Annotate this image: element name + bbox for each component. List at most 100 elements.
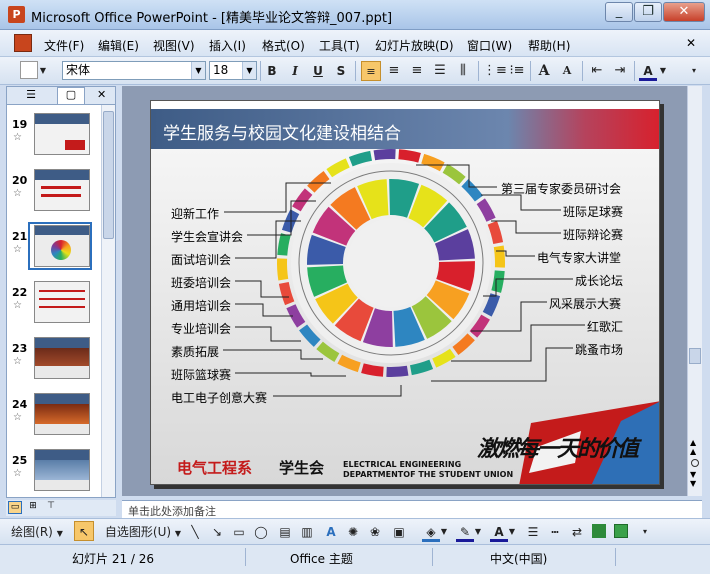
align-right-icon[interactable]: ≡ bbox=[407, 61, 427, 81]
underline-button[interactable]: U bbox=[310, 61, 326, 81]
decrease-indent-icon[interactable]: ⇤ bbox=[587, 61, 607, 81]
label-left-6[interactable]: 专业培训会 bbox=[171, 320, 231, 337]
fill-color-icon[interactable]: ◈ bbox=[422, 522, 440, 542]
slide-thumbnail-23[interactable]: 23 ☆ bbox=[8, 337, 98, 389]
3d-style-icon[interactable] bbox=[614, 524, 628, 538]
menu-format[interactable]: 格式(O) bbox=[262, 37, 305, 54]
distributed-icon[interactable]: ⫼ bbox=[453, 61, 473, 81]
calligraphy-slogan[interactable]: 激燃每一天的价值 bbox=[477, 431, 639, 463]
justify-icon[interactable]: ☰ bbox=[430, 61, 450, 81]
dash-style-icon[interactable]: ┅ bbox=[546, 522, 564, 542]
oval-icon[interactable]: ◯ bbox=[252, 522, 270, 542]
slide-thumbnail-24[interactable]: 24 ☆ bbox=[8, 393, 98, 445]
grow-font-button[interactable]: A bbox=[535, 61, 553, 81]
outline-tab-icon[interactable]: ☰ bbox=[19, 88, 43, 103]
shadow-button[interactable]: S bbox=[333, 61, 349, 81]
label-right-6[interactable]: 风采展示大赛 bbox=[549, 295, 621, 312]
status-theme[interactable]: Office 主题 bbox=[290, 550, 353, 567]
document-icon[interactable] bbox=[14, 34, 32, 52]
scroll-thumb[interactable] bbox=[689, 348, 701, 364]
increase-indent-icon[interactable]: ⇥ bbox=[610, 61, 630, 81]
select-pointer-icon[interactable]: ↖ bbox=[74, 521, 94, 541]
italic-button[interactable]: I bbox=[287, 61, 303, 81]
wordart-icon[interactable]: A bbox=[322, 522, 340, 542]
label-left-9[interactable]: 电工电子创意大赛 bbox=[171, 389, 267, 406]
prev-slide-icon[interactable]: ▲ ▲ bbox=[690, 438, 696, 456]
menu-help[interactable]: 帮助(H) bbox=[528, 37, 570, 54]
label-left-5[interactable]: 通用培训会 bbox=[171, 297, 231, 314]
label-right-1[interactable]: 第三届专家委员研讨会 bbox=[501, 180, 621, 197]
bold-button[interactable]: B bbox=[264, 61, 280, 81]
close-button[interactable]: ✕ bbox=[663, 2, 705, 22]
label-left-4[interactable]: 班委培训会 bbox=[171, 274, 231, 291]
font-color-chevron-icon[interactable]: ▼ bbox=[508, 522, 516, 542]
font-dropdown-chevron-icon[interactable]: ▼ bbox=[191, 62, 205, 79]
footer-department-black[interactable]: 学生会 bbox=[279, 457, 324, 478]
slides-tab-icon[interactable]: ▢ bbox=[57, 87, 85, 104]
label-left-7[interactable]: 素质拓展 bbox=[171, 343, 219, 360]
menu-slideshow[interactable]: 幻灯片放映(D) bbox=[375, 37, 454, 54]
label-left-1[interactable]: 迎新工作 bbox=[171, 205, 219, 222]
vertical-textbox-icon[interactable]: ▥ bbox=[298, 522, 316, 542]
slide-thumbnail-20[interactable]: 20 ☆ bbox=[8, 169, 98, 221]
slide-thumbnail-22[interactable]: 22 ☆ bbox=[8, 281, 98, 333]
slide-thumbnail-19[interactable]: 19 ☆ bbox=[8, 113, 98, 165]
align-center-icon[interactable]: ≡ bbox=[384, 61, 404, 81]
minimize-button[interactable]: _ bbox=[605, 2, 633, 22]
restore-button[interactable]: ❐ bbox=[634, 2, 662, 22]
slides-pane-scrollbar[interactable] bbox=[101, 105, 115, 497]
picture-icon[interactable]: ▣ bbox=[390, 522, 408, 542]
label-right-4[interactable]: 电气专家大讲堂 bbox=[537, 249, 621, 266]
select-browse-object-icon[interactable] bbox=[691, 459, 699, 467]
bullets-icon[interactable]: ⁝≡ bbox=[507, 61, 527, 81]
label-right-2[interactable]: 班际足球赛 bbox=[563, 203, 623, 220]
slide-canvas[interactable]: 学生服务与校园文化建设相结合 迎新工作 学生会宣讲会 面试培训会 班委培训会 通… bbox=[150, 100, 660, 485]
arrow-style-icon[interactable]: ⇄ bbox=[568, 522, 586, 542]
pane-close-icon[interactable]: ✕ bbox=[97, 88, 111, 103]
label-right-7[interactable]: 红歌汇 bbox=[587, 318, 623, 335]
clipart-icon[interactable]: ❀ bbox=[366, 522, 384, 542]
numbering-icon[interactable]: ⋮≡ bbox=[483, 61, 507, 81]
label-left-3[interactable]: 面试培训会 bbox=[171, 251, 231, 268]
menu-view[interactable]: 视图(V) bbox=[153, 37, 195, 54]
close-document-icon[interactable]: ✕ bbox=[686, 36, 696, 50]
footer-english[interactable]: ELECTRICAL ENGINEERING DEPARTMENTOF THE … bbox=[343, 460, 513, 480]
menu-window[interactable]: 窗口(W) bbox=[467, 37, 512, 54]
scroll-thumb[interactable] bbox=[103, 111, 114, 239]
line-icon[interactable]: ╲ bbox=[186, 522, 204, 542]
font-color-icon[interactable]: A bbox=[639, 61, 657, 81]
label-left-8[interactable]: 班际篮球赛 bbox=[171, 366, 231, 383]
menu-file[interactable]: 文件(F) bbox=[44, 37, 84, 54]
size-dropdown-chevron-icon[interactable]: ▼ bbox=[242, 62, 256, 79]
shadow-style-icon[interactable] bbox=[592, 524, 606, 538]
autoshapes-menu-button[interactable]: 自选图形(U) ▼ bbox=[104, 522, 182, 542]
menu-tools[interactable]: 工具(T) bbox=[319, 37, 360, 54]
footer-department-red[interactable]: 电气工程系 bbox=[177, 457, 252, 478]
line-color-icon[interactable]: ✎ bbox=[456, 522, 474, 542]
label-right-5[interactable]: 成长论坛 bbox=[575, 272, 623, 289]
notes-pane[interactable]: 单击此处添加备注 bbox=[122, 500, 702, 518]
label-right-3[interactable]: 班际辩论赛 bbox=[563, 226, 623, 243]
rectangle-icon[interactable]: ▭ bbox=[230, 522, 248, 542]
menu-edit[interactable]: 编辑(E) bbox=[98, 37, 139, 54]
toolbar-options-chevron-icon[interactable]: ▾ bbox=[640, 522, 650, 542]
diagram-icon[interactable]: ✺ bbox=[344, 522, 362, 542]
font-name-select[interactable]: 宋体 ▼ bbox=[62, 61, 206, 80]
toolbar-options-chevron-icon[interactable]: ▾ bbox=[688, 61, 700, 81]
line-style-icon[interactable]: ☰ bbox=[524, 522, 542, 542]
slideshow-view-icon[interactable]: ⊤ bbox=[44, 501, 58, 514]
menu-insert[interactable]: 插入(I) bbox=[209, 37, 246, 54]
slide-vertical-scrollbar[interactable]: ▲ ▲ ▼ ▼ bbox=[687, 86, 702, 496]
label-left-2[interactable]: 学生会宣讲会 bbox=[171, 228, 243, 245]
font-size-select[interactable]: 18 ▼ bbox=[209, 61, 257, 80]
draw-menu-button[interactable]: 绘图(R) ▼ bbox=[6, 522, 68, 542]
slide-sorter-view-icon[interactable]: ⊞ bbox=[26, 501, 40, 514]
slide-thumbnail-25[interactable]: 25 ☆ bbox=[8, 449, 98, 501]
notes-placeholder[interactable]: 单击此处添加备注 bbox=[128, 503, 216, 518]
font-color-chevron-icon[interactable]: ▼ bbox=[658, 61, 668, 81]
new-dropdown-chevron-icon[interactable]: ▼ bbox=[38, 61, 48, 81]
shrink-font-button[interactable]: A bbox=[558, 61, 576, 81]
normal-view-icon[interactable]: ▭ bbox=[8, 501, 22, 514]
textbox-icon[interactable]: ▤ bbox=[276, 522, 294, 542]
slide-thumbnail-21[interactable]: 21 ☆ bbox=[8, 225, 98, 277]
